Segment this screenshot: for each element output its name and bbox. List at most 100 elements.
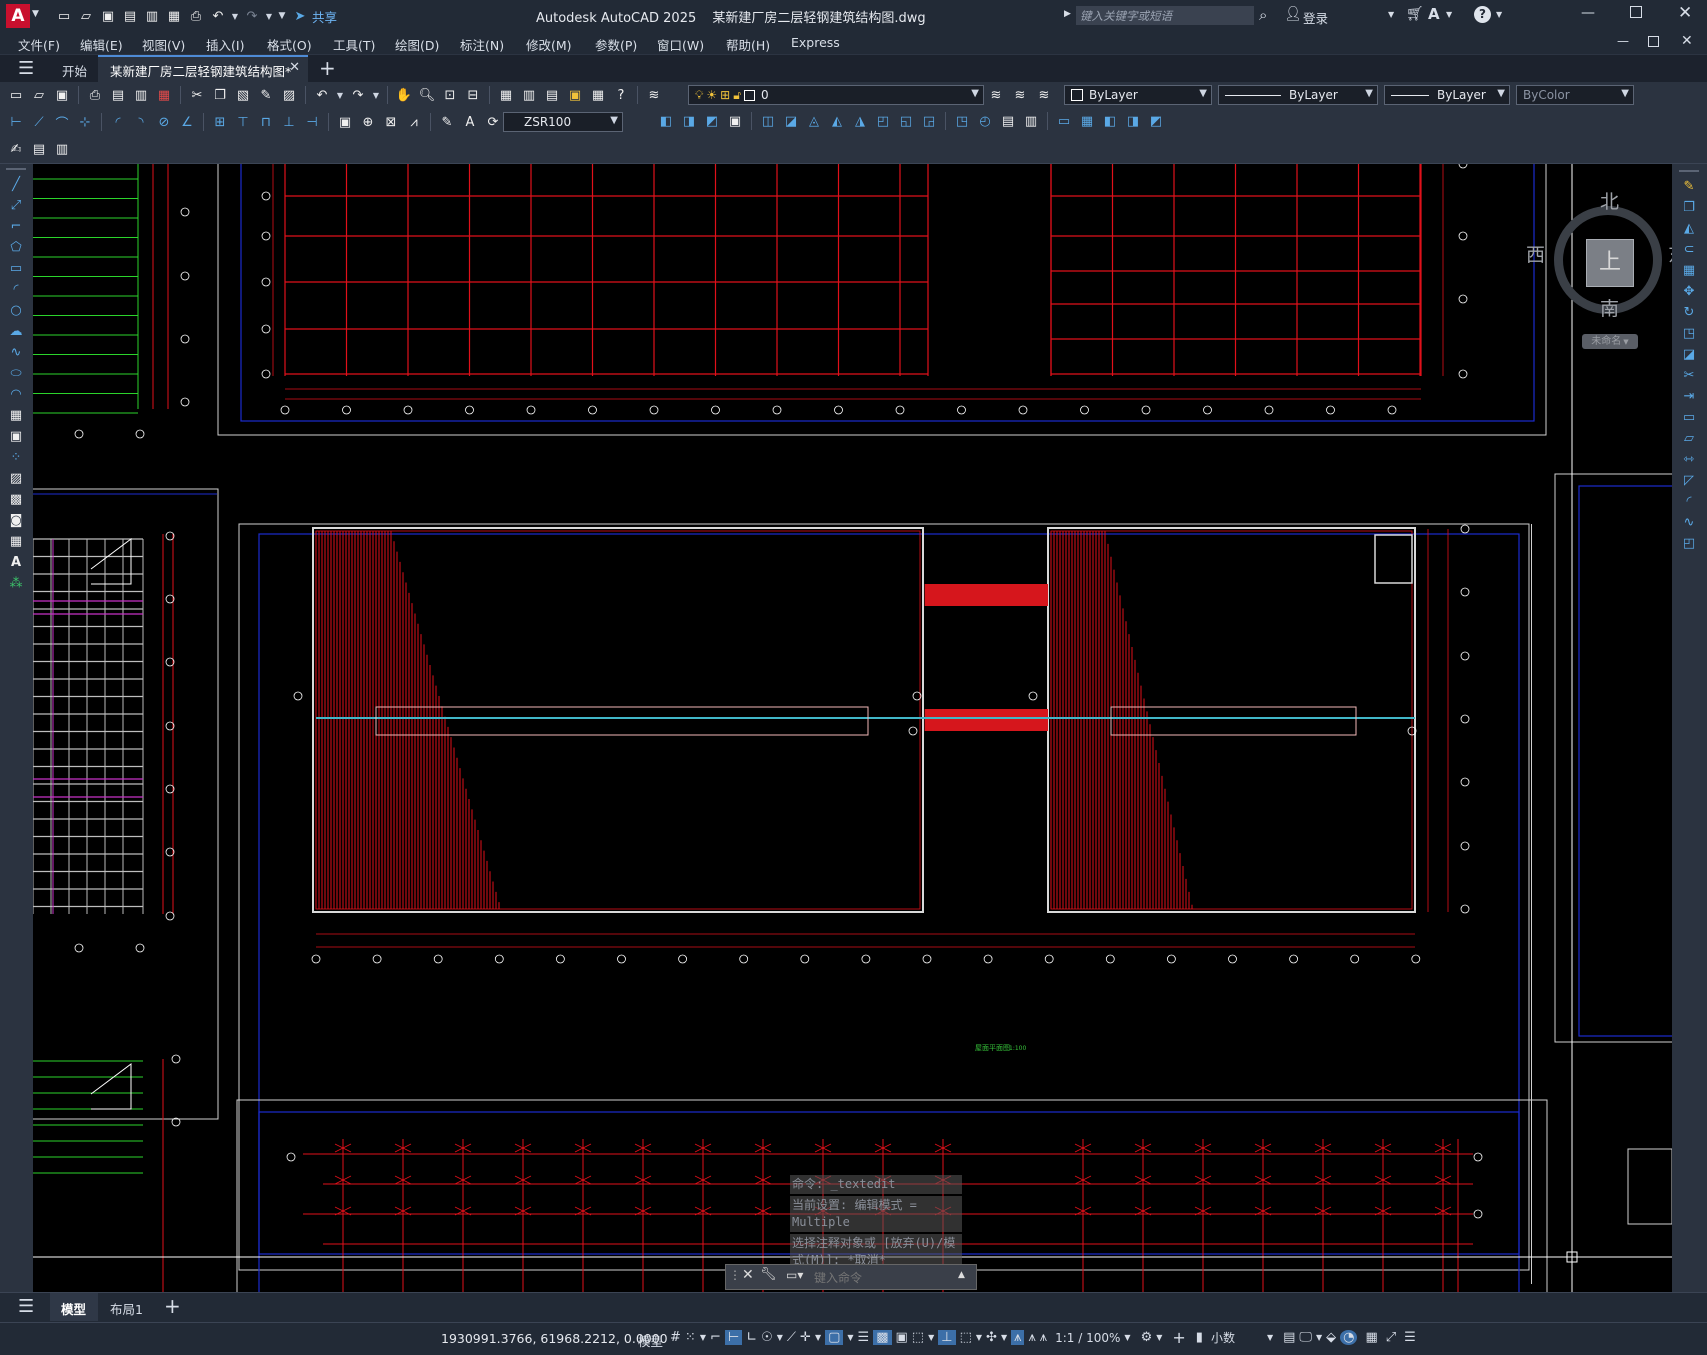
- batch-plot-icon[interactable]: ▦: [154, 85, 174, 105]
- help-tb-icon[interactable]: ?: [611, 85, 631, 105]
- calculator-icon[interactable]: ▦: [588, 85, 608, 105]
- workspace-gear-icon[interactable]: ⚙: [1141, 1330, 1153, 1345]
- mtext-icon[interactable]: A: [6, 552, 26, 572]
- menu-view[interactable]: 视图(V): [142, 35, 185, 54]
- rotate-icon[interactable]: ↻: [1679, 302, 1699, 322]
- maximize-icon[interactable]: [1630, 6, 1642, 18]
- menu-express[interactable]: Express: [791, 35, 840, 50]
- print-icon[interactable]: ⎙: [186, 6, 206, 26]
- annotation-monitor-plus-icon[interactable]: +: [1172, 1328, 1185, 1347]
- layer-match-icon[interactable]: ≋: [1034, 85, 1054, 105]
- pan-icon[interactable]: ✋: [394, 85, 414, 105]
- save-icon[interactable]: ▣: [98, 6, 118, 26]
- polar-icon[interactable]: ☉: [761, 1330, 773, 1345]
- ellipse-arc-icon[interactable]: ◠: [6, 384, 26, 404]
- customize-qat-icon[interactable]: ▼: [276, 6, 288, 26]
- polyline-edit-icon[interactable]: ◰: [873, 111, 893, 131]
- object-snap-icon[interactable]: ▢: [825, 1330, 844, 1345]
- compass-west[interactable]: 西: [1526, 240, 1545, 267]
- undo-icon[interactable]: ↶: [208, 6, 228, 26]
- 3d-osnap-dropdown-icon[interactable]: ▼: [928, 1333, 934, 1342]
- lineweight-display-icon[interactable]: ☰: [858, 1330, 870, 1345]
- chamfer-icon[interactable]: ◸: [1679, 470, 1699, 490]
- make-current-layer-icon[interactable]: ≋: [986, 85, 1006, 105]
- units-dropdown-icon[interactable]: ▼: [1267, 1333, 1273, 1342]
- doc-restore-icon[interactable]: [1648, 36, 1659, 47]
- infer-constraints-icon[interactable]: ⌐: [710, 1330, 721, 1345]
- attribute-edit-icon[interactable]: ◳: [952, 111, 972, 131]
- polyline-icon[interactable]: ⌐: [6, 216, 26, 236]
- rectangle-icon[interactable]: ▭: [6, 258, 26, 278]
- sync-attributes-icon[interactable]: ▤: [998, 111, 1018, 131]
- add-selected-icon[interactable]: ⁂: [6, 573, 26, 593]
- share-button[interactable]: 共享: [312, 7, 337, 26]
- new-file-icon[interactable]: ▭: [54, 6, 74, 26]
- linetype-dropdown[interactable]: ByLayer ▼: [1218, 85, 1378, 105]
- stretch-icon[interactable]: ◪: [1679, 344, 1699, 364]
- selection-filter-icon[interactable]: ⬚: [960, 1330, 972, 1345]
- dim-linear-icon[interactable]: ⊢: [6, 112, 26, 132]
- zoom-window-icon[interactable]: ⊡: [440, 85, 460, 105]
- copy-icon[interactable]: ❐: [210, 85, 230, 105]
- polar-dropdown-icon[interactable]: ▼: [777, 1333, 783, 1342]
- help-dropdown-icon[interactable]: ▼: [1496, 10, 1502, 19]
- break-at-point-icon[interactable]: ▭: [1679, 407, 1699, 427]
- add-layout-plus-icon[interactable]: +: [164, 1294, 181, 1318]
- layer-dropdown[interactable]: 💡︎ ☀ ⊞ 🔓︎ 0 ▼: [688, 85, 984, 105]
- menu-format[interactable]: 格式(O): [267, 35, 312, 54]
- dim-angular-icon[interactable]: ∠: [177, 112, 197, 132]
- tolerance-icon[interactable]: ▣: [335, 112, 355, 132]
- external-reference-icon[interactable]: ◧: [1100, 111, 1120, 131]
- lineweight-dropdown[interactable]: ByLayer ▼: [1384, 85, 1510, 105]
- block-attribute-icon[interactable]: ◴: [975, 111, 995, 131]
- command-grip[interactable]: ⋮: [729, 1268, 741, 1282]
- quick-properties-icon[interactable]: ▤: [1283, 1330, 1295, 1345]
- redo-tb-dropdown-icon[interactable]: ▼: [371, 85, 381, 105]
- help-icon[interactable]: ?: [1474, 6, 1491, 23]
- menu-file[interactable]: 文件(F): [18, 35, 60, 54]
- grid-icon[interactable]: #: [670, 1330, 681, 1345]
- fullscreen-icon[interactable]: ⤢: [1386, 1330, 1396, 1345]
- plot-preview-icon[interactable]: ▤: [108, 85, 128, 105]
- send-back-icon[interactable]: ◩: [702, 111, 722, 131]
- cut-icon[interactable]: ✂: [187, 85, 207, 105]
- share-icon[interactable]: ➤: [290, 6, 310, 26]
- units-value[interactable]: 小数: [1211, 1329, 1263, 1346]
- group-select-icon[interactable]: ◭: [827, 111, 847, 131]
- redo-tb-icon[interactable]: ↷: [348, 85, 368, 105]
- menu-parametric[interactable]: 参数(P): [595, 35, 637, 54]
- ole-object-icon[interactable]: ◩: [1146, 111, 1166, 131]
- array-edit-icon[interactable]: ◲: [919, 111, 939, 131]
- undo-dropdown-icon[interactable]: ▼: [230, 6, 240, 26]
- fillet-icon[interactable]: ◜: [1679, 491, 1699, 511]
- gizmo-dropdown-icon[interactable]: ▼: [1001, 1333, 1007, 1342]
- plot-icon[interactable]: ⎙: [85, 85, 105, 105]
- region-icon[interactable]: ◙: [6, 510, 26, 530]
- color-dropdown[interactable]: ByLayer ▼: [1064, 85, 1212, 105]
- autodesk-app-icon[interactable]: A: [1428, 5, 1440, 23]
- hardware-acceleration-icon[interactable]: ◔: [1340, 1330, 1358, 1345]
- move-icon[interactable]: ✥: [1679, 281, 1699, 301]
- open-icon[interactable]: ▱: [29, 85, 49, 105]
- menu-tools[interactable]: 工具(T): [333, 35, 375, 54]
- isodraft-icon[interactable]: ⟋: [787, 1330, 796, 1345]
- gizmo-icon[interactable]: ✣: [986, 1330, 997, 1345]
- model-space-toggle[interactable]: 模型: [638, 1331, 663, 1350]
- gradient-icon[interactable]: ▩: [6, 489, 26, 509]
- layer-properties-icon[interactable]: ≋: [644, 85, 664, 105]
- search-box[interactable]: 键入关键字或短语: [1076, 6, 1254, 25]
- dim-baseline-icon[interactable]: ⊤: [233, 112, 253, 132]
- blend-curves-icon[interactable]: ∿: [1679, 512, 1699, 532]
- plotstyle-dropdown[interactable]: ByColor ▼: [1516, 85, 1634, 105]
- circle-icon[interactable]: ○: [6, 300, 26, 320]
- tab-close-icon[interactable]: ✕: [289, 60, 300, 75]
- make-block-draw-icon[interactable]: ▣: [6, 426, 26, 446]
- array-icon[interactable]: ▦: [1679, 260, 1699, 280]
- command-close-icon[interactable]: ✕: [742, 1267, 754, 1283]
- publish-tb-icon[interactable]: ▥: [131, 85, 151, 105]
- units-icon[interactable]: ▮: [1196, 1330, 1203, 1345]
- osnap-settings-dropdown-icon[interactable]: ▼: [847, 1333, 853, 1342]
- attribute-extract-icon[interactable]: ▥: [1021, 111, 1041, 131]
- compass-north[interactable]: 北: [1600, 187, 1619, 214]
- doc-close-icon[interactable]: ✕: [1681, 33, 1693, 49]
